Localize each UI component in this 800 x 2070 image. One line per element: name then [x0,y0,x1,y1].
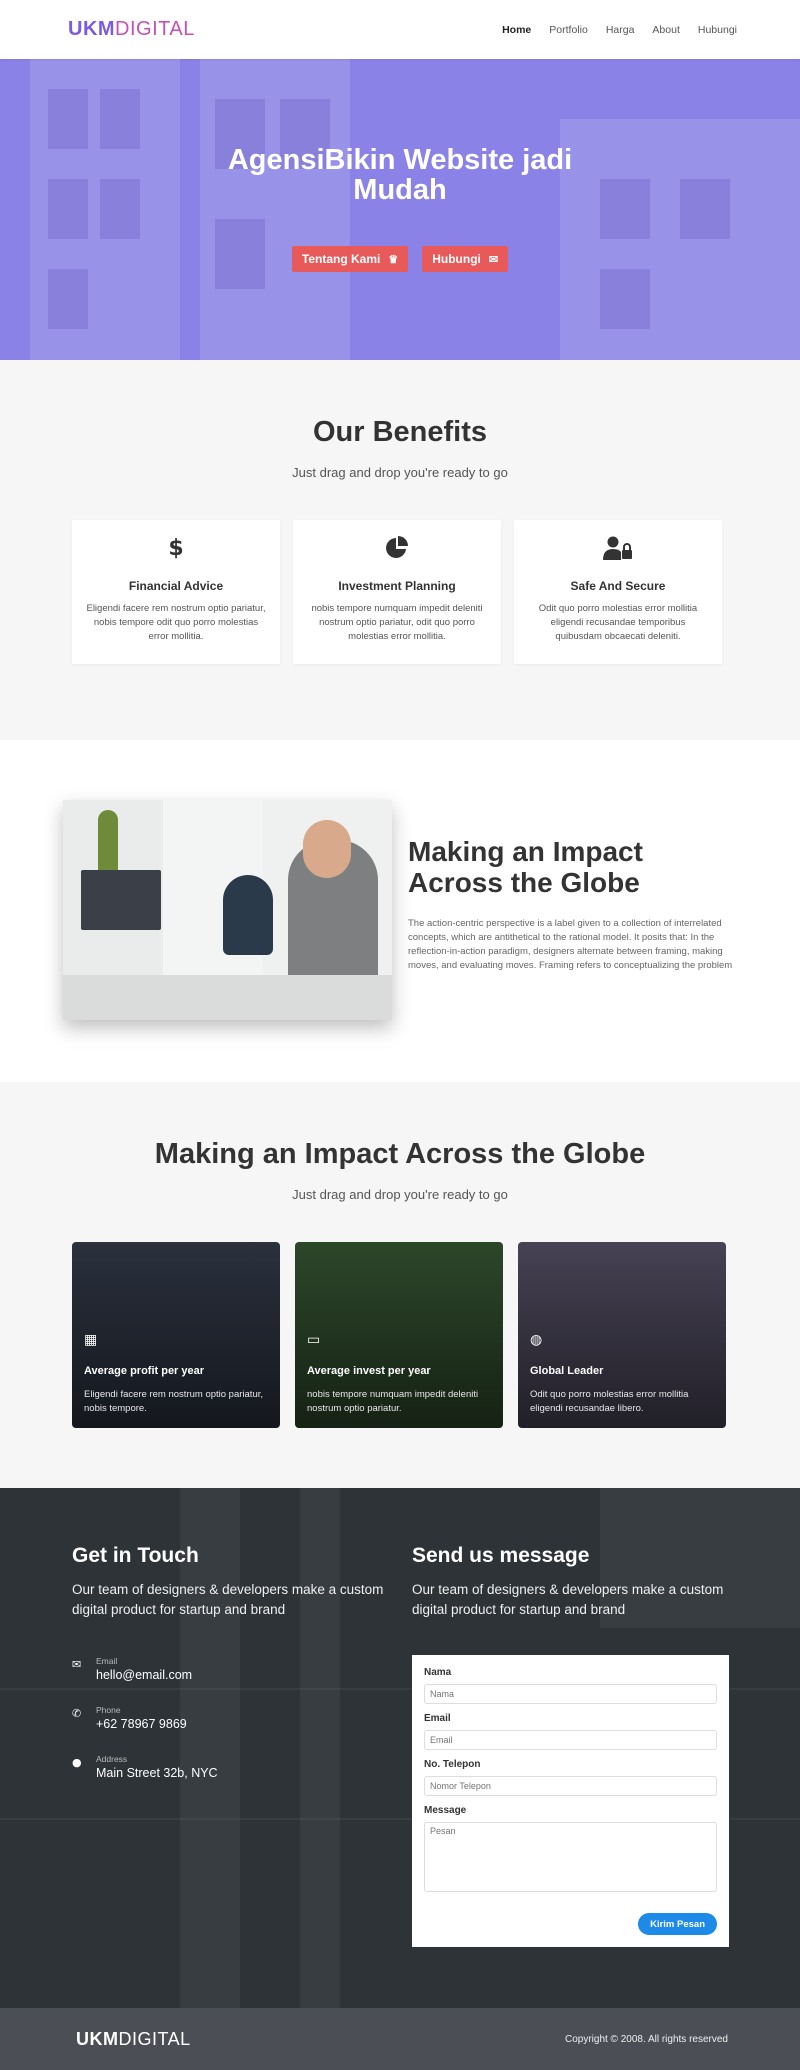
contact-right-title: Send us message [412,1544,590,1567]
about-button[interactable]: Tentang Kami ♛ [291,246,409,272]
impact-title-line2: Across the Globe [408,867,640,898]
nav-link-hubungi[interactable]: Hubungi [698,24,737,36]
stats-cards: ▦ Average profit per year Eligendi facer… [72,1242,726,1428]
impact-text: The action-centric perspective is a labe… [408,918,733,971]
benefit-card-title: Investment Planning [338,579,456,593]
stat-card[interactable]: ▦ Average profit per year Eligendi facer… [72,1242,280,1428]
phone-input[interactable] [424,1776,717,1796]
nav-link-portfolio[interactable]: Portfolio [549,24,588,36]
contact-email-value[interactable]: hello@email.com [96,1668,192,1682]
hero-building-window [48,89,88,149]
stats-subtitle: Just drag and drop you're ready to go [292,1187,508,1202]
footer-logo-light: DIGITAL [118,2028,191,2049]
hero-building-window [48,269,88,329]
map-marker-icon: ● [72,1756,82,1769]
phone-label: No. Telepon [424,1759,481,1770]
footer-logo[interactable]: UKMDIGITAL [76,2029,191,2050]
contact-section: Get in Touch Our team of designers & dev… [0,1488,800,2008]
hero-title: AgensiBikin Website jadi Mudah [0,145,800,205]
benefit-card-text: Eligendi facere rem nostrum optio pariat… [86,603,266,642]
logo-bold: UKM [68,18,116,40]
benefit-card: $ Financial Advice Eligendi facere rem n… [72,520,280,664]
envelope-icon: ✉ [72,1658,82,1671]
about-button-label: Tentang Kami [301,252,381,266]
benefit-card-title: Financial Advice [128,579,224,593]
footer: UKMDIGITAL Copyright © 2008. All rights … [0,2008,800,2070]
laptop-icon: ▭ [307,1332,321,1348]
impact-title-line1: Making an Impact [408,836,643,867]
phone-icon: ✆ [72,1707,82,1720]
stat-card[interactable]: ▭ Average invest per year nobis tempore … [295,1242,503,1428]
contact-left-title: Get in Touch [72,1544,199,1567]
contact-phone-value[interactable]: +62 78967 9869 [96,1717,187,1731]
message-textarea[interactable] [424,1822,717,1892]
stat-card-text: nobis tempore numquam impedit deleniti n… [307,1389,479,1414]
benefit-card: Investment Planning nobis tempore numqua… [293,520,501,664]
contact-button[interactable]: Hubungi ✉ [422,246,509,272]
crown-icon: ♛ [388,253,399,266]
logo[interactable]: UKMDIGITAL [68,18,195,41]
contact-form: Nama Email No. Telepon Message Kirim Pes… [412,1655,729,1947]
message-label: Message [424,1805,467,1816]
benefit-card-text: nobis tempore numquam impedit deleniti n… [311,603,483,642]
contact-phone: ✆ Phone +62 78967 9869 [72,1705,187,1731]
email-input[interactable] [424,1730,717,1750]
stat-card-text: Eligendi facere rem nostrum optio pariat… [84,1389,264,1414]
name-label: Nama [424,1667,452,1678]
hero-title-line1: AgensiBikin Website jadi [227,144,573,176]
impact-title: Making an Impact Across the Globe [408,836,643,898]
stat-card-text: Odit quo porro molestias error mollitia … [530,1389,689,1414]
nav-links: Home Portfolio Harga About Hubungi [502,24,737,36]
contact-right-lead: Our team of designers & developers make … [412,1582,724,1617]
benefit-card-title: Safe And Secure [570,579,666,593]
footer-logo-bold: UKM [76,2028,119,2049]
contact-button-label: Hubungi [432,252,481,266]
globe-icon: ◍ [530,1332,543,1348]
contact-phone-label: Phone [96,1705,121,1715]
benefit-card-text: Odit quo porro molestias error mollitia … [538,603,698,642]
benefits-section: Our Benefits Just drag and drop you're r… [0,360,800,740]
stats-section: Making an Impact Across the Globe Just d… [0,1082,800,1488]
benefits-subtitle: Just drag and drop you're ready to go [292,465,508,480]
impact-section: Making an Impact Across the Globe The ac… [0,740,800,1082]
nav-link-about[interactable]: About [652,24,679,36]
navbar: UKMDIGITAL Home Portfolio Harga About Hu… [0,0,800,59]
stat-card[interactable]: ◍ Global Leader Odit quo porro molestias… [518,1242,726,1428]
office-photo [63,800,392,1020]
name-input[interactable] [424,1684,717,1704]
hero-buttons: Tentang Kami ♛ Hubungi ✉ [0,246,800,272]
chat-icon: ✉ [488,253,499,266]
benefit-card: Safe And Secure Odit quo porro molestias… [514,520,722,664]
contact-address: ● Address Main Street 32b, NYC [72,1754,218,1780]
hero: AgensiBikin Website jadi Mudah Tentang K… [0,59,800,360]
hero-title-line2: Mudah [353,174,447,206]
dollar-icon: $ [168,535,184,561]
submit-button[interactable]: Kirim Pesan [638,1913,717,1935]
email-label: Email [424,1713,451,1724]
logo-light: DIGITAL [115,18,195,40]
nav-link-home[interactable]: Home [502,24,531,36]
benefits-cards: $ Financial Advice Eligendi facere rem n… [72,520,722,664]
contact-email: ✉ Email hello@email.com [72,1656,192,1682]
stat-card-title: Average invest per year [307,1365,431,1377]
contact-email-label: Email [96,1656,118,1666]
stat-card-title: Global Leader [530,1365,604,1377]
hero-building-window [600,269,650,329]
stat-card-title: Average profit per year [84,1365,205,1377]
copyright: Copyright © 2008. All rights reserved [564,2033,728,2045]
user-lock-icon [514,534,722,562]
contact-left-lead: Our team of designers & developers make … [72,1582,384,1617]
benefits-title: Our Benefits [312,416,488,448]
contact-address-value: Main Street 32b, NYC [96,1766,218,1780]
contact-bg-shape [300,1488,340,2008]
hero-building-window [100,89,140,149]
contact-address-label: Address [96,1754,128,1764]
grid-icon: ▦ [84,1332,98,1348]
stats-title: Making an Impact Across the Globe [154,1138,646,1170]
pie-chart-icon [293,534,501,562]
nav-link-harga[interactable]: Harga [606,24,635,36]
